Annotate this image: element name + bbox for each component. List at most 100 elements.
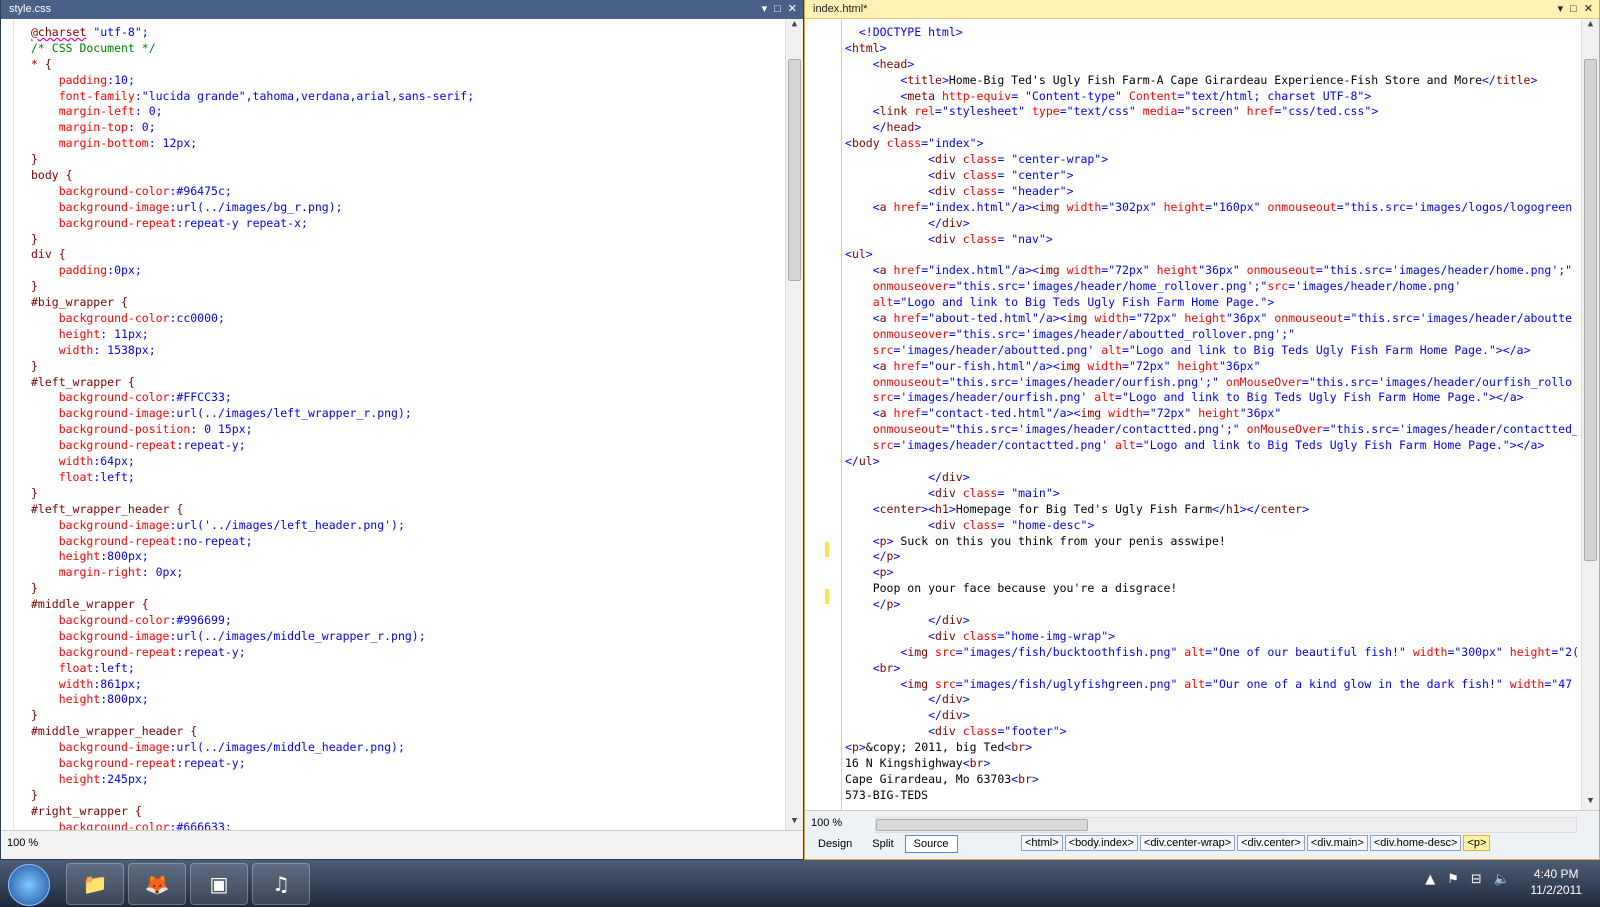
code-line[interactable]: width:64px;: [31, 454, 781, 470]
code-line[interactable]: </div>: [845, 216, 1577, 232]
code-line[interactable]: font-family:"lucida grande",tahoma,verda…: [31, 89, 781, 105]
scroll-down-icon[interactable]: ▼: [1582, 796, 1599, 811]
code-line[interactable]: #middle_wrapper {: [31, 597, 781, 613]
monitor-icon[interactable]: ▣: [190, 863, 248, 905]
code-line[interactable]: * {: [31, 57, 781, 73]
code-line[interactable]: background-image:url('../images/left_hea…: [31, 518, 781, 534]
scroll-up-icon[interactable]: ▲: [786, 19, 803, 34]
code-line[interactable]: </p>: [845, 549, 1577, 565]
vertical-scrollbar[interactable]: ▲ ▼: [785, 19, 803, 831]
code-line[interactable]: Cape Girardeau, Mo 63703<br>: [845, 772, 1577, 788]
code-line[interactable]: <a href="our-fish.html"/a><img width="72…: [845, 359, 1577, 375]
code-line[interactable]: margin-top: 0;: [31, 120, 781, 136]
maximize-icon[interactable]: □: [1570, 0, 1577, 19]
code-line[interactable]: <div class= "center-wrap">: [845, 152, 1577, 168]
code-line[interactable]: margin-bottom: 12px;: [31, 136, 781, 152]
css-code[interactable]: @charset "utf-8";/* CSS Document */* { p…: [31, 25, 781, 831]
code-line[interactable]: background-position: 0 15px;: [31, 422, 781, 438]
css-code-editor[interactable]: @charset "utf-8";/* CSS Document */* { p…: [1, 19, 803, 831]
code-line[interactable]: onmouseout="this.src='images/header/cont…: [845, 422, 1577, 438]
code-line[interactable]: <div class= "center">: [845, 168, 1577, 184]
tag-crumb[interactable]: <div.center>: [1237, 835, 1305, 851]
code-line[interactable]: <meta http-equiv= "Content-type" Content…: [845, 89, 1577, 105]
dropdown-icon[interactable]: ▾: [762, 0, 768, 19]
code-line[interactable]: margin-left: 0;: [31, 104, 781, 120]
code-line[interactable]: background-image:url(../images/middle_he…: [31, 740, 781, 756]
code-line[interactable]: onmouseover="this.src='images/header/abo…: [845, 327, 1577, 343]
code-line[interactable]: src='images/header/aboutted.png' alt="Lo…: [845, 343, 1577, 359]
code-line[interactable]: div {: [31, 247, 781, 263]
code-line[interactable]: <p>: [845, 565, 1577, 581]
code-line[interactable]: height:245px;: [31, 772, 781, 788]
code-line[interactable]: <img src="images/fish/uglyfishgreen.png"…: [845, 677, 1577, 693]
code-line[interactable]: /* CSS Document */: [31, 41, 781, 57]
tag-crumb[interactable]: <p>: [1463, 835, 1491, 851]
scroll-down-icon[interactable]: ▼: [786, 816, 803, 831]
zoom-level[interactable]: 100 %: [7, 837, 38, 849]
show-hidden-icon[interactable]: ▲: [1425, 872, 1435, 887]
code-line[interactable]: 573-BIG-TEDS: [845, 788, 1577, 804]
code-line[interactable]: }: [31, 279, 781, 295]
code-line[interactable]: width: 1538px;: [31, 343, 781, 359]
code-line[interactable]: <div class="home-img-wrap">: [845, 629, 1577, 645]
code-line[interactable]: background-color:#996699;: [31, 613, 781, 629]
code-line[interactable]: <ul>: [845, 247, 1577, 263]
code-line[interactable]: background-repeat:repeat-y;: [31, 438, 781, 454]
view-tab-design[interactable]: Design: [809, 835, 861, 853]
code-line[interactable]: background-color:#96475c;: [31, 184, 781, 200]
code-line[interactable]: height:800px;: [31, 549, 781, 565]
code-line[interactable]: margin-right: 0px;: [31, 565, 781, 581]
html-code-editor[interactable]: <!DOCTYPE html> <html> <head> <title>Home…: [805, 19, 1599, 811]
code-line[interactable]: background-color:#FFCC33;: [31, 390, 781, 406]
code-line[interactable]: }: [31, 359, 781, 375]
code-line[interactable]: </div>: [845, 470, 1577, 486]
code-line[interactable]: </div>: [845, 708, 1577, 724]
close-icon[interactable]: ✕: [788, 0, 797, 19]
code-line[interactable]: <a href="index.html"/a><img width="72px"…: [845, 263, 1577, 279]
code-line[interactable]: float:left;: [31, 661, 781, 677]
close-icon[interactable]: ✕: [1584, 0, 1593, 19]
code-line[interactable]: background-image:url(../images/middle_wr…: [31, 629, 781, 645]
code-line[interactable]: <title>Home-Big Ted's Ugly Fish Farm-A C…: [845, 73, 1577, 89]
code-line[interactable]: </head>: [845, 120, 1577, 136]
scroll-thumb[interactable]: [1584, 59, 1597, 561]
code-line[interactable]: @charset "utf-8";: [31, 25, 781, 41]
code-line[interactable]: width:861px;: [31, 677, 781, 693]
code-line[interactable]: <div class= "main">: [845, 486, 1577, 502]
code-line[interactable]: background-repeat:repeat-y;: [31, 756, 781, 772]
itunes-icon[interactable]: ♫: [252, 863, 310, 905]
code-line[interactable]: <div class= "home-desc">: [845, 518, 1577, 534]
scroll-up-icon[interactable]: ▲: [1582, 19, 1599, 34]
code-line[interactable]: <link rel="stylesheet" type="text/css" m…: [845, 104, 1577, 120]
network-icon[interactable]: ⊟: [1471, 872, 1482, 887]
code-line[interactable]: height: 11px;: [31, 327, 781, 343]
code-line[interactable]: }: [31, 708, 781, 724]
firefox-icon[interactable]: 🦊: [128, 863, 186, 905]
maximize-icon[interactable]: □: [774, 0, 781, 19]
code-line[interactable]: <p>&copy; 2011, big Ted<br>: [845, 740, 1577, 756]
code-line[interactable]: #big_wrapper {: [31, 295, 781, 311]
code-line[interactable]: float:left;: [31, 470, 781, 486]
code-line[interactable]: <div class="footer">: [845, 724, 1577, 740]
tag-crumb[interactable]: <body.index>: [1064, 835, 1138, 851]
code-line[interactable]: #left_wrapper {: [31, 375, 781, 391]
code-line[interactable]: <img src="images/fish/bucktoothfish.png"…: [845, 645, 1577, 661]
explorer-icon[interactable]: 📁: [66, 863, 124, 905]
code-line[interactable]: </div>: [845, 613, 1577, 629]
code-line[interactable]: background-image:url(../images/left_wrap…: [31, 406, 781, 422]
code-line[interactable]: <br>: [845, 661, 1577, 677]
code-line[interactable]: }: [31, 788, 781, 804]
code-line[interactable]: <!DOCTYPE html>: [845, 25, 1577, 41]
code-line[interactable]: background-repeat:repeat-y;: [31, 645, 781, 661]
code-line[interactable]: <p> Suck on this you think from your pen…: [845, 534, 1577, 550]
code-line[interactable]: onmouseout="this.src='images/header/ourf…: [845, 375, 1577, 391]
code-line[interactable]: </p>: [845, 597, 1577, 613]
tag-crumb[interactable]: <div.home-desc>: [1369, 835, 1462, 851]
code-line[interactable]: #middle_wrapper_header {: [31, 724, 781, 740]
code-line[interactable]: <head>: [845, 57, 1577, 73]
vertical-scrollbar[interactable]: ▲ ▼: [1581, 19, 1599, 811]
tag-crumb[interactable]: <div.main>: [1306, 835, 1368, 851]
code-line[interactable]: <a href="index.html"/a><img width="302px…: [845, 200, 1577, 216]
code-line[interactable]: padding:10;: [31, 73, 781, 89]
code-line[interactable]: 16 N Kingshighway<br>: [845, 756, 1577, 772]
